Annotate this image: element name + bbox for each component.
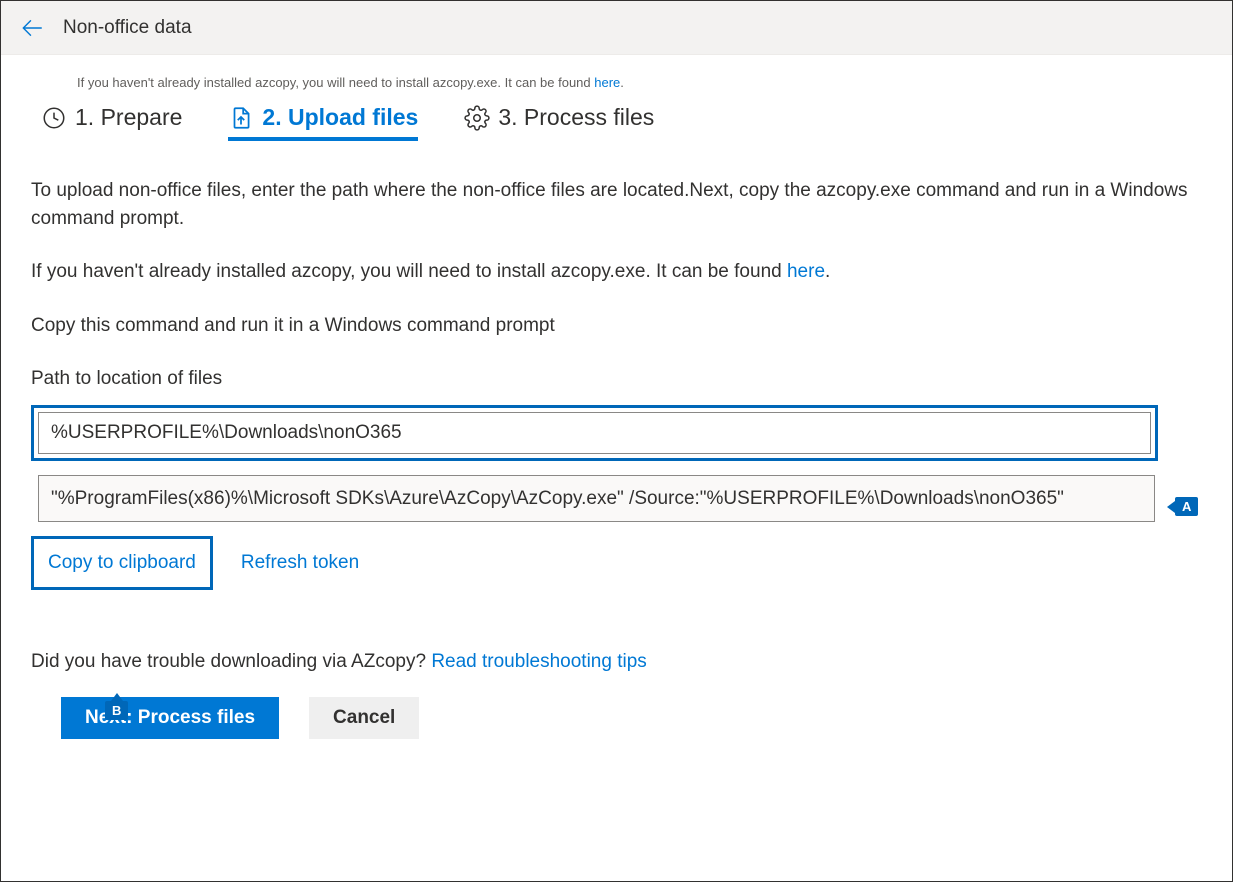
tab-label: 2. Upload files	[262, 104, 418, 131]
copy-to-clipboard-button[interactable]: Copy to clipboard	[31, 536, 213, 590]
trouble-text: Did you have trouble downloading via AZc…	[31, 648, 1202, 676]
tab-process-files[interactable]: 3. Process files	[464, 104, 654, 141]
wizard-tabs: 1. Prepare 2. Upload files 3. Process fi…	[1, 98, 1232, 141]
next-process-files-button[interactable]: Next: Process files	[61, 697, 279, 739]
hint-suffix: .	[620, 75, 624, 90]
back-arrow-icon[interactable]	[19, 15, 45, 41]
install-suffix: .	[825, 261, 830, 282]
callout-a: A	[1175, 497, 1198, 516]
refresh-token-button[interactable]: Refresh token	[227, 539, 373, 587]
copy-instruction: Copy this command and run it in a Window…	[31, 312, 1202, 340]
hint-here-link[interactable]: here	[594, 75, 620, 90]
clock-icon	[41, 105, 67, 131]
path-label: Path to location of files	[31, 365, 1202, 393]
tab-label: 3. Process files	[498, 104, 654, 131]
path-input[interactable]	[38, 412, 1151, 454]
gear-icon	[464, 105, 490, 131]
page-title: Non-office data	[63, 17, 192, 39]
install-hint-small: If you haven't already installed azcopy,…	[1, 55, 1232, 98]
file-upload-icon	[228, 105, 254, 131]
install-text: If you haven't already installed azcopy,…	[31, 258, 1202, 286]
trouble-prefix: Did you have trouble downloading via AZc…	[31, 651, 431, 672]
path-highlight	[31, 405, 1158, 461]
callout-b: B	[105, 701, 128, 720]
troubleshooting-link[interactable]: Read troubleshooting tips	[431, 651, 646, 672]
tab-prepare[interactable]: 1. Prepare	[41, 104, 182, 141]
panel-header: Non-office data	[1, 1, 1232, 55]
command-output[interactable]: "%ProgramFiles(x86)%\Microsoft SDKs\Azur…	[38, 475, 1155, 523]
intro-text: To upload non-office files, enter the pa…	[31, 177, 1202, 232]
tab-label: 1. Prepare	[75, 104, 182, 131]
tab-upload-files[interactable]: 2. Upload files	[228, 104, 418, 141]
install-prefix: If you haven't already installed azcopy,…	[31, 261, 787, 282]
hint-text: If you haven't already installed azcopy,…	[77, 75, 594, 90]
install-here-link[interactable]: here	[787, 261, 825, 282]
cancel-button[interactable]: Cancel	[309, 697, 419, 739]
